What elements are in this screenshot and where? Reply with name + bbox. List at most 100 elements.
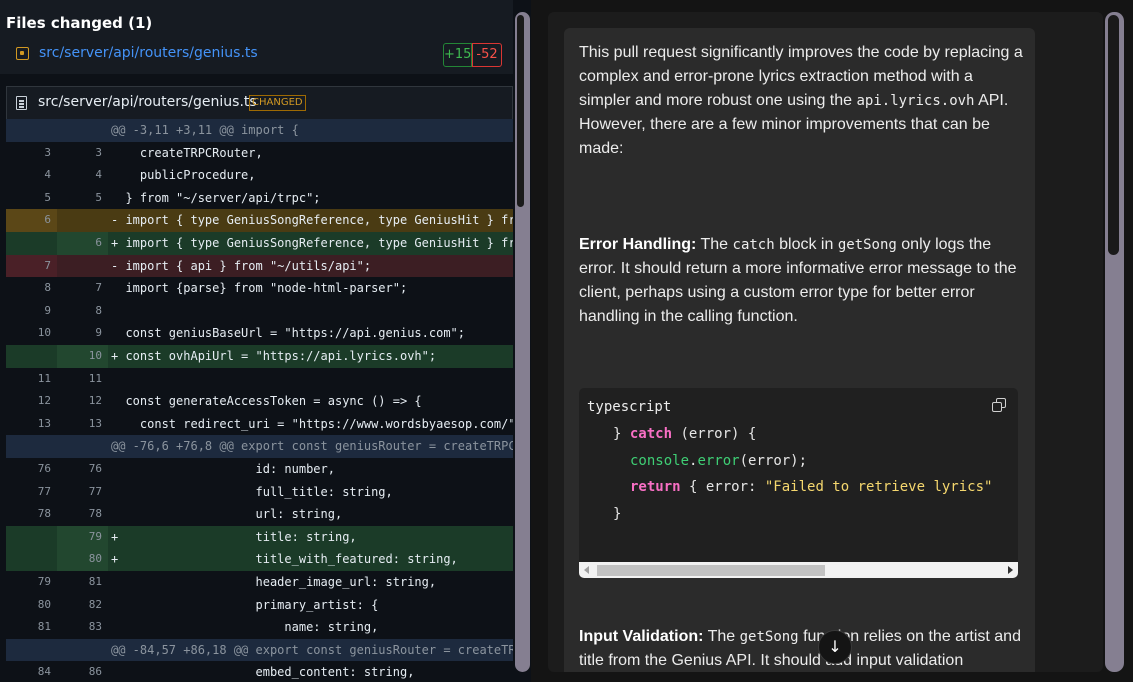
additions-count: +15 xyxy=(443,43,472,67)
diff-line: 81 83 name: string, xyxy=(6,616,513,639)
code-line: console.error(error); xyxy=(630,453,808,469)
diff-line: 78 78 url: string, xyxy=(6,503,513,526)
old-line-number: 80 xyxy=(37,597,51,611)
new-line-number: 83 xyxy=(88,620,102,634)
diff-code: full_title: string, xyxy=(111,484,393,499)
diff-file-name: src/server/api/routers/genius.ts xyxy=(38,94,257,110)
diff-line: 5 5 } from "~/server/api/trpc"; xyxy=(6,187,513,210)
input-validation-paragraph: Input Validation: The getSong function r… xyxy=(579,625,1024,672)
new-line-number: 3 xyxy=(95,145,102,159)
review-intro: This pull request significantly improves… xyxy=(579,41,1024,161)
diff-code: + import { type GeniusSongReference, typ… xyxy=(111,236,513,250)
scroll-down-button[interactable]: ↓ xyxy=(818,630,852,664)
diff-line: 12 12 const generateAccessToken = async (… xyxy=(6,390,513,413)
diff-line: 4 4 publicProcedure, xyxy=(6,164,513,187)
inline-code: getSong xyxy=(739,629,799,645)
diff-code: const geniusBaseUrl = "https://api.geniu… xyxy=(111,326,466,341)
old-line-number: 76 xyxy=(37,462,51,475)
old-line-number: 84 xyxy=(37,665,51,679)
code-horizontal-scrollbar[interactable] xyxy=(579,562,1018,578)
new-line-number: 12 xyxy=(88,394,102,408)
new-line-number: 11 xyxy=(88,371,102,385)
diff-line: 76 76 id: number, xyxy=(6,458,513,481)
new-line-number: 9 xyxy=(95,326,102,340)
new-line-number: 76 xyxy=(88,462,102,475)
new-line-number: 7 xyxy=(95,281,102,295)
inline-code: catch xyxy=(732,237,775,253)
new-line-number: 6 xyxy=(57,232,108,255)
diff-line: 80 82 primary_artist: { xyxy=(6,594,513,617)
diff-code: import {parse} from "node-html-parser"; xyxy=(111,281,408,296)
new-line-number: 86 xyxy=(88,665,102,679)
old-line-number: 6 xyxy=(6,209,57,232)
new-line-number: 13 xyxy=(88,416,102,430)
files-changed-header: Files changed (1) src/server/api/routers… xyxy=(0,0,513,74)
diff-line: 6 + import { type GeniusSongReference, ty… xyxy=(6,232,513,255)
diff-code: embed_content: string, xyxy=(111,665,415,680)
diff-line: 10 9 const geniusBaseUrl = "https://api.g… xyxy=(6,322,513,345)
diff-hunk-header: @@ -3,11 +3,11 @@ import { xyxy=(6,119,513,142)
diff-scrollbar-thumb[interactable] xyxy=(517,15,524,207)
old-line-number: 78 xyxy=(37,507,51,521)
diff-code: publicProcedure, xyxy=(111,168,256,183)
old-line-number: 12 xyxy=(37,394,51,408)
diff-line: 77 77 full_title: string, xyxy=(6,481,513,504)
code-line: } xyxy=(613,506,622,522)
diff-code: + title_with_featured: string, xyxy=(111,552,458,567)
old-line-number: 81 xyxy=(37,620,51,634)
diff-code: - import { api } from "~/utils/api"; xyxy=(111,258,372,273)
diff-code: } from "~/server/api/trpc"; xyxy=(111,190,321,205)
diff-line: 98 xyxy=(6,300,513,323)
scroll-left-arrow-icon[interactable] xyxy=(584,566,589,574)
code-line: return { error: "Failed to retrieve lyri… xyxy=(630,479,993,495)
diff-code: createTRPCRouter, xyxy=(111,145,263,160)
error-text-1: The xyxy=(696,236,733,253)
diff-hunk-header: @@ -76,6 +76,8 @@ export const geniusRou… xyxy=(6,435,513,458)
old-line-number: 11 xyxy=(37,371,51,385)
modified-file-icon xyxy=(16,47,29,60)
old-line-number: 10 xyxy=(37,326,51,340)
deletions-count: -52 xyxy=(472,43,502,67)
old-line-number: 8 xyxy=(44,281,51,295)
changed-file-link[interactable]: src/server/api/routers/genius.ts xyxy=(39,45,258,61)
new-line-number: 78 xyxy=(88,507,102,521)
diff-file-header: src/server/api/routers/genius.ts CHANGED xyxy=(6,86,513,119)
copy-icon[interactable] xyxy=(992,398,1007,413)
old-line-number: 3 xyxy=(44,145,51,159)
old-line-number: 9 xyxy=(44,303,51,317)
document-icon xyxy=(16,96,27,110)
code-language-label: typescript xyxy=(587,399,672,415)
diff-code: const redirect_uri = "https://www.wordsb… xyxy=(111,416,513,431)
diff-code: const generateAccessToken = async () => … xyxy=(111,394,422,409)
diff-code: header_image_url: string, xyxy=(111,575,437,589)
error-handling-paragraph: Error Handling: The catch block in getSo… xyxy=(579,233,1024,329)
new-line-number: 82 xyxy=(88,597,102,611)
old-line-number: 77 xyxy=(37,484,51,498)
error-text-2: block in xyxy=(774,236,838,253)
new-line-number: 81 xyxy=(88,575,102,588)
diff-code: @@ -84,57 +86,18 @@ export const geniusR… xyxy=(111,642,513,657)
review-message: This pull request significantly improves… xyxy=(564,28,1035,672)
old-line-number: 13 xyxy=(37,416,51,430)
arrow-down-icon: ↓ xyxy=(828,637,842,656)
diff-hunk-header: @@ -84,57 +86,18 @@ export const geniusR… xyxy=(6,638,513,662)
new-line-number: 10 xyxy=(57,345,108,368)
review-scrollbar-thumb[interactable] xyxy=(1108,15,1119,255)
diff-line: 11 11 xyxy=(6,368,513,391)
files-changed-title: Files changed (1) xyxy=(6,14,153,32)
new-line-number: 4 xyxy=(95,168,102,182)
code-scrollbar-thumb[interactable] xyxy=(597,565,825,576)
diff-code: name: string, xyxy=(111,620,379,635)
diff-line: 3 3 createTRPCRouter, xyxy=(6,142,513,165)
old-line-number: 7 xyxy=(6,254,57,278)
changed-file-row[interactable]: src/server/api/routers/genius.ts +15 -52 xyxy=(16,43,504,67)
diff-code: @@ -76,6 +76,8 @@ export const geniusRou… xyxy=(111,439,513,454)
review-pane: This pull request significantly improves… xyxy=(548,12,1103,672)
diff-line: 79 + title: string, xyxy=(6,525,513,549)
diff-code: - import { type GeniusSongReference, typ… xyxy=(111,213,513,228)
diff-code: + title: string, xyxy=(111,529,357,544)
diff-line: 10 + const ovhApiUrl = "https://api.lyric… xyxy=(6,345,513,368)
scroll-right-arrow-icon[interactable] xyxy=(1008,566,1013,574)
inline-code: getSong xyxy=(837,237,897,253)
new-line-number: 5 xyxy=(95,190,102,204)
